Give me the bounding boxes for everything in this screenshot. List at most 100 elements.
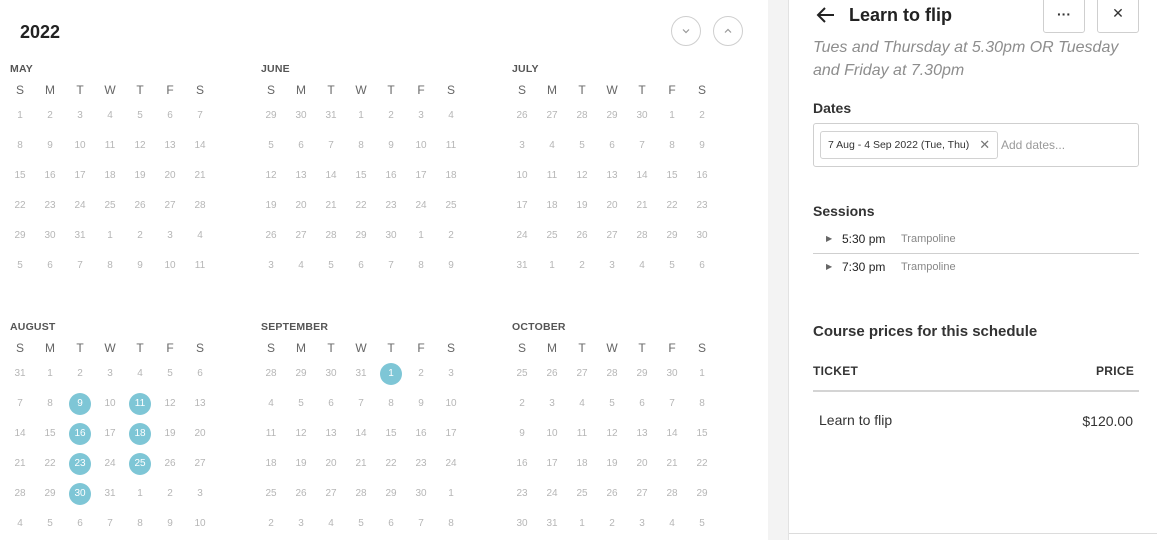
day-cell[interactable]: 19 — [597, 449, 627, 479]
day-cell[interactable]: 3 — [185, 479, 215, 509]
day-cell[interactable]: 17 — [65, 161, 95, 191]
day-cell[interactable]: 3 — [95, 359, 125, 389]
day-cell[interactable]: 8 — [376, 389, 406, 419]
day-cell[interactable]: 9 — [35, 131, 65, 161]
day-cell[interactable]: 17 — [436, 419, 466, 449]
day-cell[interactable]: 20 — [627, 449, 657, 479]
day-cell[interactable]: 13 — [286, 161, 316, 191]
session-row[interactable]: ▶ 5:30 pm Trampoline — [813, 225, 1139, 253]
day-cell[interactable]: 4 — [627, 251, 657, 281]
day-cell[interactable]: 2 — [406, 359, 436, 389]
selected-day-cell[interactable]: 30 — [65, 479, 95, 509]
day-cell[interactable]: 22 — [657, 191, 687, 221]
day-cell[interactable]: 26 — [567, 221, 597, 251]
selected-day-cell[interactable]: 11 — [125, 389, 155, 419]
day-cell[interactable]: 1 — [537, 251, 567, 281]
day-cell[interactable]: 22 — [5, 191, 35, 221]
day-cell[interactable]: 28 — [316, 221, 346, 251]
day-cell[interactable]: 25 — [436, 191, 466, 221]
day-cell[interactable]: 13 — [155, 131, 185, 161]
day-cell[interactable]: 3 — [537, 389, 567, 419]
day-cell[interactable]: 3 — [256, 251, 286, 281]
back-arrow-icon[interactable] — [815, 4, 837, 26]
day-cell[interactable]: 11 — [537, 161, 567, 191]
day-cell[interactable]: 24 — [436, 449, 466, 479]
day-cell[interactable]: 21 — [185, 161, 215, 191]
day-cell[interactable]: 8 — [35, 389, 65, 419]
day-cell[interactable]: 23 — [406, 449, 436, 479]
day-cell[interactable]: 13 — [185, 389, 215, 419]
day-cell[interactable]: 29 — [627, 359, 657, 389]
day-cell[interactable]: 4 — [185, 221, 215, 251]
day-cell[interactable]: 30 — [507, 509, 537, 539]
day-cell[interactable]: 1 — [567, 509, 597, 539]
day-cell[interactable]: 12 — [125, 131, 155, 161]
day-cell[interactable]: 1 — [5, 101, 35, 131]
day-cell[interactable]: 17 — [406, 161, 436, 191]
day-cell[interactable]: 30 — [316, 359, 346, 389]
day-cell[interactable]: 29 — [597, 101, 627, 131]
day-cell[interactable]: 27 — [286, 221, 316, 251]
day-cell[interactable]: 3 — [286, 509, 316, 539]
more-options-button[interactable]: ··· — [1043, 0, 1085, 33]
day-cell[interactable]: 22 — [376, 449, 406, 479]
day-cell[interactable]: 14 — [185, 131, 215, 161]
day-cell[interactable]: 7 — [95, 509, 125, 539]
day-cell[interactable]: 13 — [316, 419, 346, 449]
day-cell[interactable]: 4 — [286, 251, 316, 281]
day-cell[interactable]: 12 — [256, 161, 286, 191]
day-cell[interactable]: 26 — [597, 479, 627, 509]
day-cell[interactable]: 5 — [5, 251, 35, 281]
day-cell[interactable]: 12 — [567, 161, 597, 191]
day-cell[interactable]: 26 — [286, 479, 316, 509]
day-cell[interactable]: 22 — [687, 449, 717, 479]
day-cell[interactable]: 2 — [507, 389, 537, 419]
day-cell[interactable]: 19 — [256, 191, 286, 221]
day-cell[interactable]: 15 — [35, 419, 65, 449]
day-cell[interactable]: 3 — [507, 131, 537, 161]
day-cell[interactable]: 8 — [95, 251, 125, 281]
session-row[interactable]: ▶ 7:30 pm Trampoline — [813, 253, 1139, 281]
selected-day-cell[interactable]: 16 — [65, 419, 95, 449]
day-cell[interactable]: 7 — [376, 251, 406, 281]
day-cell[interactable]: 3 — [597, 251, 627, 281]
day-cell[interactable]: 12 — [597, 419, 627, 449]
expand-triangle-icon[interactable]: ▶ — [826, 262, 832, 271]
day-cell[interactable]: 11 — [567, 419, 597, 449]
day-cell[interactable]: 19 — [125, 161, 155, 191]
day-cell[interactable]: 21 — [627, 191, 657, 221]
day-cell[interactable]: 6 — [155, 101, 185, 131]
day-cell[interactable]: 27 — [597, 221, 627, 251]
selected-day-cell[interactable]: 23 — [65, 449, 95, 479]
previous-months-button[interactable] — [713, 16, 743, 46]
day-cell[interactable]: 20 — [597, 191, 627, 221]
day-cell[interactable]: 7 — [627, 131, 657, 161]
day-cell[interactable]: 31 — [5, 359, 35, 389]
day-cell[interactable]: 16 — [507, 449, 537, 479]
day-cell[interactable]: 29 — [657, 221, 687, 251]
day-cell[interactable]: 17 — [537, 449, 567, 479]
day-cell[interactable]: 2 — [35, 101, 65, 131]
day-cell[interactable]: 3 — [627, 509, 657, 539]
day-cell[interactable]: 23 — [35, 191, 65, 221]
day-cell[interactable]: 11 — [256, 419, 286, 449]
day-cell[interactable]: 14 — [627, 161, 657, 191]
day-cell[interactable]: 17 — [95, 419, 125, 449]
day-cell[interactable]: 20 — [316, 449, 346, 479]
day-cell[interactable]: 14 — [316, 161, 346, 191]
day-cell[interactable]: 27 — [627, 479, 657, 509]
day-cell[interactable]: 31 — [65, 221, 95, 251]
day-cell[interactable]: 31 — [507, 251, 537, 281]
day-cell[interactable]: 25 — [507, 359, 537, 389]
dates-field[interactable]: 7 Aug - 4 Sep 2022 (Tue, Thu) ✕ Add date… — [813, 123, 1139, 167]
day-cell[interactable]: 27 — [316, 479, 346, 509]
day-cell[interactable]: 15 — [657, 161, 687, 191]
day-cell[interactable]: 29 — [5, 221, 35, 251]
day-cell[interactable]: 29 — [35, 479, 65, 509]
day-cell[interactable]: 9 — [125, 251, 155, 281]
day-cell[interactable]: 2 — [687, 101, 717, 131]
day-cell[interactable]: 28 — [657, 479, 687, 509]
day-cell[interactable]: 30 — [627, 101, 657, 131]
day-cell[interactable]: 5 — [316, 251, 346, 281]
day-cell[interactable]: 19 — [155, 419, 185, 449]
